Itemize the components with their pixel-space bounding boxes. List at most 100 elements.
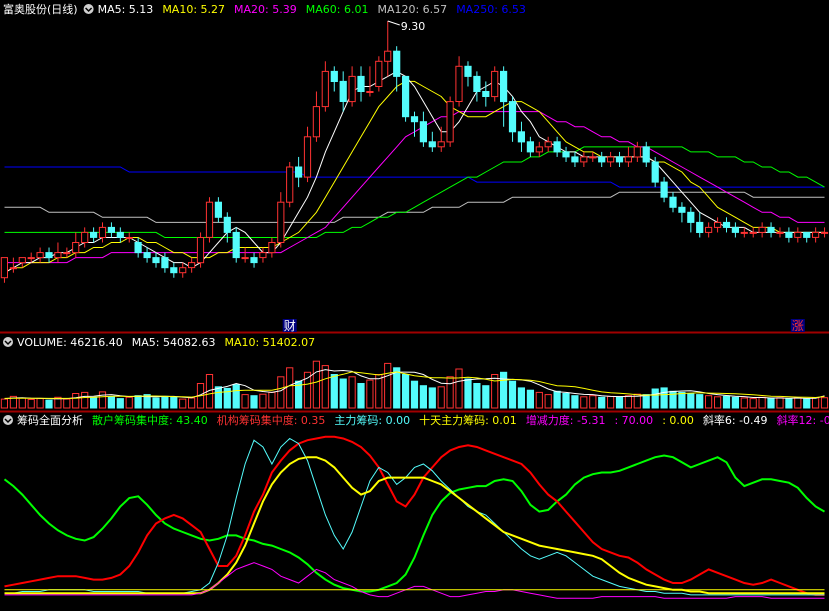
volume-bar xyxy=(107,396,116,409)
volume-bar xyxy=(0,398,8,409)
volume-bar xyxy=(161,395,169,409)
volume-bar xyxy=(152,397,160,409)
volume-bar xyxy=(286,367,294,409)
candle-body xyxy=(491,70,499,98)
volume-bar xyxy=(794,397,802,409)
volume-bar xyxy=(357,383,365,409)
legend-item: MA5: 5.13 xyxy=(98,3,154,16)
candle-body xyxy=(500,70,508,103)
volume-bar xyxy=(722,395,731,409)
volume-bar xyxy=(598,396,606,409)
candle-body xyxy=(571,156,579,163)
candle-body xyxy=(116,231,124,238)
volume-bar xyxy=(820,397,829,409)
volume-bar xyxy=(312,360,320,409)
volume-bar xyxy=(749,398,757,409)
candle-body xyxy=(205,201,214,238)
volume-bar xyxy=(544,394,552,409)
candle-body xyxy=(464,65,472,77)
candle-body xyxy=(402,75,410,118)
volume-bar xyxy=(241,394,249,409)
candle-body xyxy=(295,166,303,178)
volume-bar xyxy=(580,396,588,409)
volume-bar xyxy=(714,396,722,409)
candle-body xyxy=(54,252,62,259)
volume-bar xyxy=(134,395,142,409)
candle-body xyxy=(517,131,525,143)
candle-body xyxy=(152,257,160,264)
candle-body xyxy=(366,91,374,93)
volume-bar xyxy=(553,390,561,409)
candle-body xyxy=(482,91,490,97)
volume-bar xyxy=(268,391,276,409)
price-moving-averages xyxy=(4,70,825,274)
candle-body xyxy=(544,141,552,148)
legend-item: 十天主力筹码: 0.01 xyxy=(419,413,517,427)
candle-body xyxy=(785,231,793,238)
candle-body xyxy=(321,70,329,108)
candle-body xyxy=(553,141,561,153)
volume-bar xyxy=(330,374,338,409)
legend-item: MA10: 5.27 xyxy=(162,3,225,16)
volume-bar xyxy=(812,397,820,409)
candle-body xyxy=(722,221,731,228)
candle-body xyxy=(232,231,240,259)
candle-body xyxy=(455,65,463,103)
volume-bar xyxy=(758,396,766,409)
candle-body xyxy=(0,257,8,279)
indicator-line-1 xyxy=(4,435,825,596)
legend-item: 斜率6: -0.49 xyxy=(703,413,768,427)
indicator-line-2 xyxy=(4,437,825,596)
candle-body xyxy=(45,252,53,259)
volume-bar xyxy=(116,398,124,409)
volume-bar xyxy=(455,368,463,409)
candle-body xyxy=(312,106,320,138)
volume-bar xyxy=(179,398,187,409)
candle-body xyxy=(624,156,632,163)
volume-bars xyxy=(0,360,829,409)
candle-body xyxy=(669,196,677,208)
legend-item: 机构筹码集中度: 0.35 xyxy=(217,413,326,427)
volume-bar xyxy=(375,374,383,409)
volume-bar xyxy=(776,397,784,409)
legend-item: 筹码全面分析 xyxy=(17,413,83,427)
candle-body xyxy=(36,252,44,259)
candle-body xyxy=(642,146,650,163)
volume-bar xyxy=(740,397,748,409)
volume-bar xyxy=(90,397,98,409)
legend-item: MA60: 6.01 xyxy=(306,3,369,16)
legend-item: 斜率12: -0.5 xyxy=(777,413,829,427)
stock-chart[interactable]: 9.30 财 涨 富奥股份(日线) MA5: 5.13 MA10: 5.27 MA20: … xyxy=(0,0,829,611)
volume-bar xyxy=(642,394,650,409)
candle-body xyxy=(188,262,196,269)
volume-bar xyxy=(81,391,89,409)
volume-bar xyxy=(651,388,659,409)
volume-bar xyxy=(250,395,258,409)
volume-bar xyxy=(72,393,80,409)
candle-body xyxy=(339,80,347,103)
collapse-toggle-icon xyxy=(83,4,94,14)
legend-item: MA120: 6.57 xyxy=(377,3,447,16)
peak-pointer xyxy=(387,20,400,26)
volume-bar xyxy=(464,378,472,409)
volume-bar xyxy=(419,385,427,409)
volume-bar xyxy=(393,367,401,409)
volume-bar xyxy=(98,391,107,409)
candle-body xyxy=(107,226,116,233)
volume-bar xyxy=(705,395,713,409)
volume-bar xyxy=(785,398,793,409)
volume-bar xyxy=(18,397,26,409)
volume-bar xyxy=(660,387,668,409)
volume-bar xyxy=(607,395,615,409)
volume-bar xyxy=(491,374,499,409)
candle-body xyxy=(473,75,481,93)
candle-body xyxy=(90,231,98,238)
volume-bar xyxy=(473,383,481,409)
candle-body xyxy=(277,201,285,243)
volume-bar xyxy=(27,399,35,409)
candle-body xyxy=(660,181,668,198)
volume-bar xyxy=(45,399,53,409)
candle-body xyxy=(696,221,704,233)
legend-item: MA250: 6.53 xyxy=(456,3,526,16)
candle-body xyxy=(740,231,748,234)
